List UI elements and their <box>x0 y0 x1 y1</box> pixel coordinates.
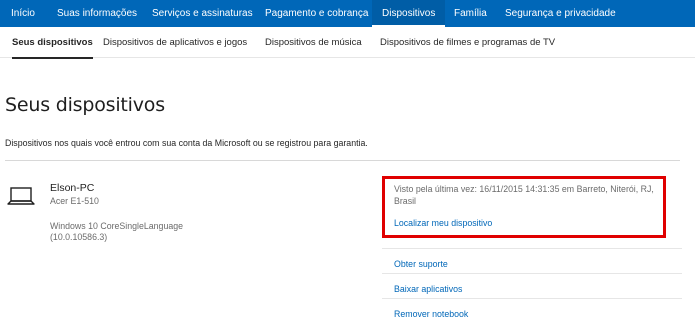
tab-familia[interactable]: Família <box>454 0 487 27</box>
last-seen-text: Visto pela última vez: 16/11/2015 14:31:… <box>394 184 654 206</box>
tab-seguranca-e-privacidade[interactable]: Segurança e privacidade <box>505 0 616 27</box>
tab-suas-informacoes[interactable]: Suas informações <box>57 0 137 27</box>
device-build: (10.0.10586.3) <box>50 232 108 242</box>
remove-notebook-link[interactable]: Remover notebook <box>394 309 468 319</box>
get-support-link[interactable]: Obter suporte <box>394 259 448 269</box>
tab-inicio[interactable]: Início <box>11 0 35 27</box>
locate-device-link[interactable]: Localizar meu dispositivo <box>394 218 492 228</box>
download-apps-link[interactable]: Baixar aplicativos <box>394 284 462 294</box>
device-model: Acer E1-510 <box>50 196 99 206</box>
page-description: Dispositivos nos quais você entrou com s… <box>5 138 368 148</box>
device-os: Windows 10 CoreSingleLanguage <box>50 221 184 231</box>
tab-servicos-e-assinaturas[interactable]: Serviços e assinaturas <box>152 0 253 27</box>
link-divider <box>382 273 682 274</box>
subtab-filmes-e-tv[interactable]: Dispositivos de filmes e programas de TV <box>380 27 555 58</box>
subtab-aplicativos-e-jogos[interactable]: Dispositivos de aplicativos e jogos <box>103 27 247 58</box>
section-divider <box>5 160 680 161</box>
page-title: Seus dispositivos <box>5 94 165 116</box>
subtab-seus-dispositivos[interactable]: Seus dispositivos <box>12 27 93 59</box>
link-divider <box>382 248 682 249</box>
top-navigation: Início Suas informações Serviços e assin… <box>0 0 695 27</box>
link-divider <box>382 298 682 299</box>
subtab-musica[interactable]: Dispositivos de música <box>265 27 362 58</box>
tab-pagamento-e-cobranca[interactable]: Pagamento e cobrança <box>265 0 368 27</box>
device-name: Elson-PC <box>50 182 95 194</box>
sub-navigation: Seus dispositivos Dispositivos de aplica… <box>0 27 695 59</box>
laptop-icon <box>7 187 35 205</box>
tab-dispositivos[interactable]: Dispositivos <box>372 0 446 27</box>
